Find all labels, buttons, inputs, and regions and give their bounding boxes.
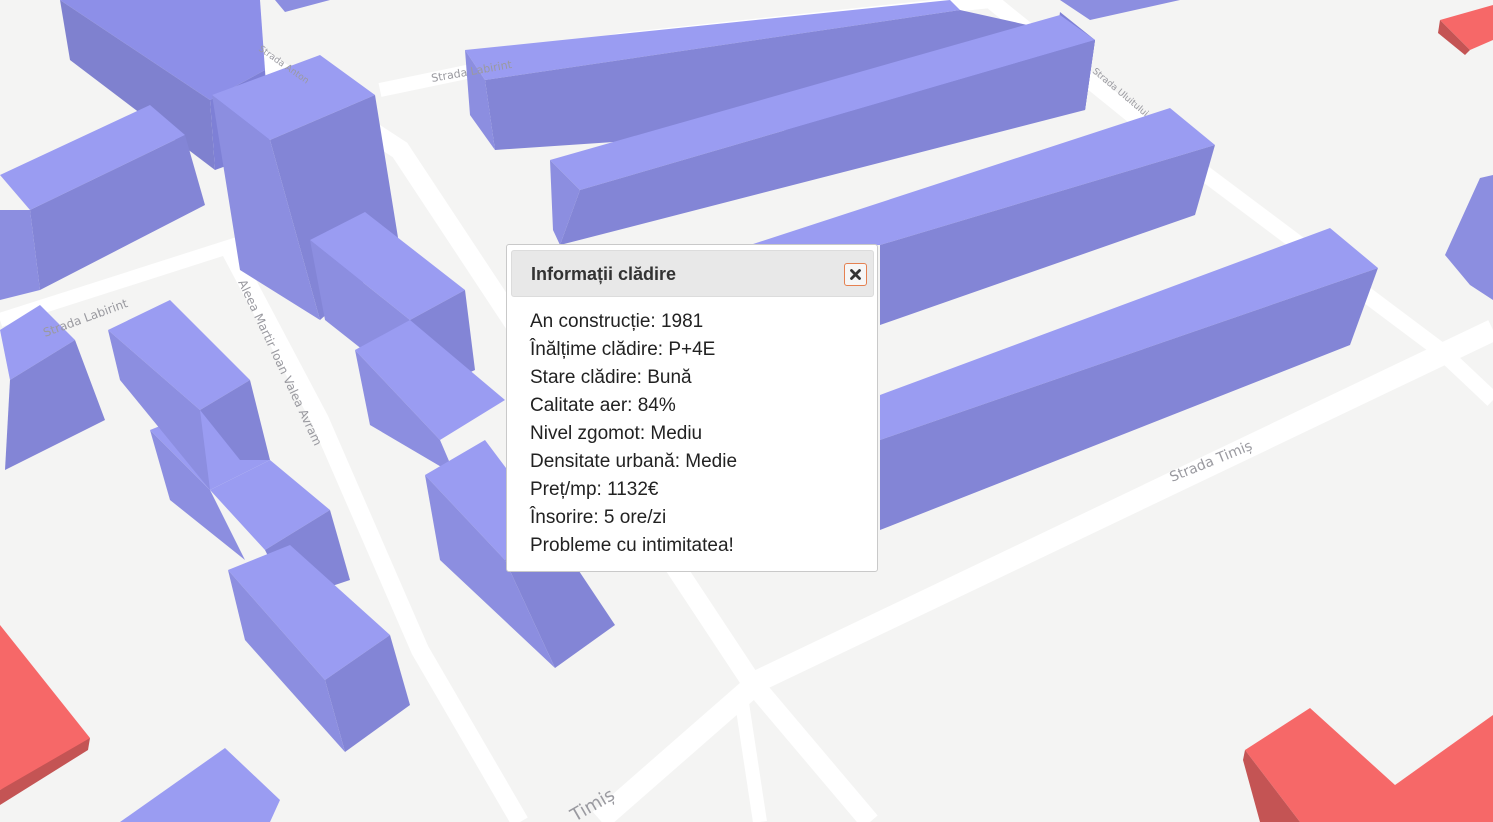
popup-close-button[interactable] bbox=[844, 263, 867, 286]
popup-header: Informații clădire bbox=[511, 250, 874, 297]
info-line-building-condition: Stare clădire: Bună bbox=[530, 367, 692, 388]
close-icon bbox=[850, 269, 861, 280]
popup-title: Informații clădire bbox=[531, 264, 677, 284]
info-line-year-built: An construcție: 1981 bbox=[530, 311, 704, 332]
info-line-urban-density: Densitate urbană: Medie bbox=[530, 451, 738, 472]
info-line-sunlight: Însorire: 5 ore/zi bbox=[530, 507, 667, 528]
info-line-price-per-sqm: Preț/mp: 1132€ bbox=[530, 479, 659, 500]
building-info-popup: Informații clădire An construcție: 1981 … bbox=[506, 244, 878, 572]
info-line-noise-level: Nivel zgomot: Mediu bbox=[530, 423, 703, 444]
building-info-list: An construcție: 1981 Înălțime clădire: P… bbox=[530, 308, 737, 560]
info-line-privacy-warning: Probleme cu intimitatea! bbox=[530, 535, 734, 556]
info-line-building-height: Înălțime clădire: P+4E bbox=[530, 339, 716, 360]
info-line-air-quality: Calitate aer: 84% bbox=[530, 395, 676, 416]
